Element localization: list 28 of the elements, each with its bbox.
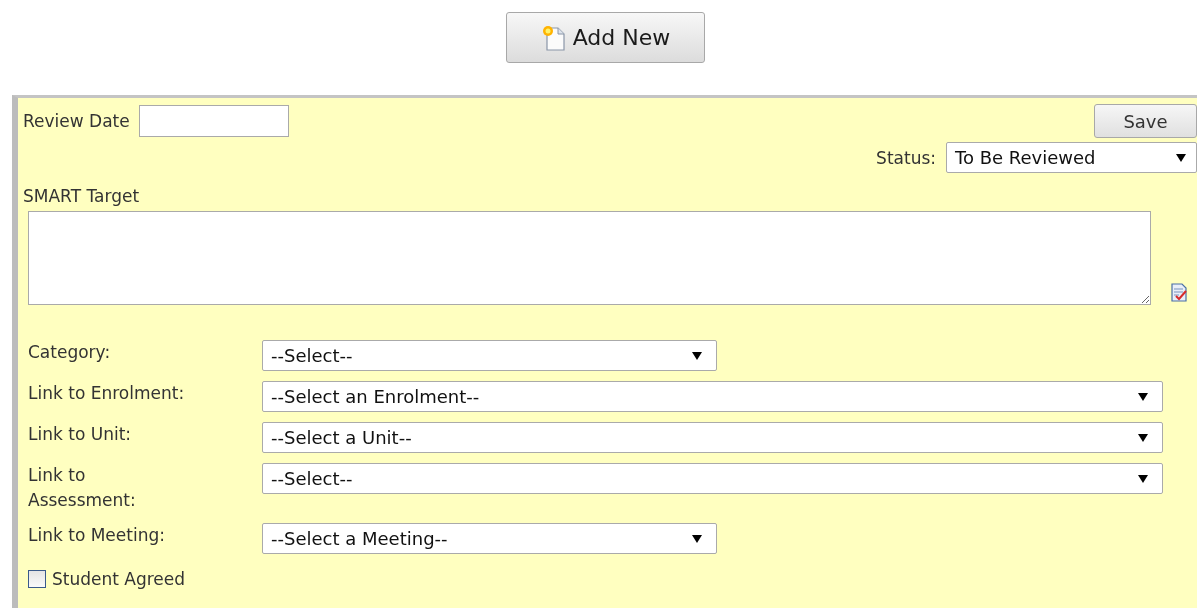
- caret-icon: [1138, 433, 1148, 442]
- student-agreed-label: Student Agreed: [52, 569, 186, 589]
- dropdown-select[interactable]: --Select a Meeting--: [262, 523, 717, 554]
- student-agreed-checkbox[interactable]: [28, 570, 46, 588]
- review-date-field[interactable]: [138, 105, 289, 137]
- status-label: Status:: [876, 147, 936, 168]
- new-document-icon: [540, 23, 567, 52]
- add-new-button[interactable]: Add New: [506, 12, 705, 63]
- field-label: Link to Enrolment:: [28, 382, 185, 405]
- dropdown-select[interactable]: --Select a Unit--: [262, 422, 1163, 453]
- dropdown-select[interactable]: --Select an Enrolment--: [262, 381, 1163, 412]
- spellcheck-icon[interactable]: [1170, 283, 1188, 302]
- review-date-label: Review Date: [23, 111, 130, 131]
- dropdown-select[interactable]: --Select--: [262, 340, 717, 371]
- field-label: Link to Assessment:: [28, 464, 137, 512]
- caret-icon: [692, 534, 702, 543]
- caret-icon: [1138, 392, 1148, 401]
- smart-target-field[interactable]: [28, 211, 1151, 305]
- status-select[interactable]: To Be Reviewed: [946, 142, 1197, 173]
- caret-icon: [692, 351, 702, 360]
- caret-icon: [1176, 153, 1186, 162]
- smart-target-label: SMART Target: [23, 186, 141, 206]
- field-label: Link to Meeting:: [28, 524, 165, 547]
- save-button[interactable]: Save: [1094, 104, 1197, 138]
- field-label: Link to Unit:: [28, 423, 132, 446]
- caret-icon: [1138, 474, 1148, 483]
- field-label: Category:: [28, 341, 111, 364]
- dropdown-select[interactable]: --Select--: [262, 463, 1163, 494]
